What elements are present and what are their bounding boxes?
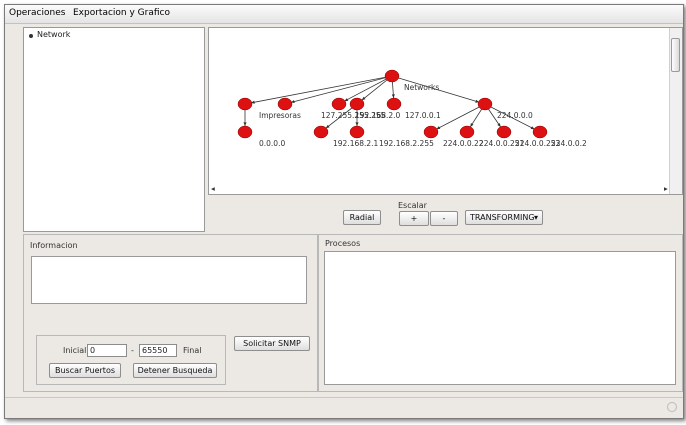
- mode-dropdown[interactable]: TRANSFORMING ▾: [465, 210, 543, 225]
- procesos-group: Procesos: [318, 234, 683, 392]
- graph-node-child[interactable]: [532, 125, 548, 139]
- chevron-down-icon: ▾: [533, 213, 538, 222]
- graph-node-child[interactable]: [237, 125, 253, 139]
- radial-button[interactable]: Radial: [343, 210, 381, 225]
- graph-node-branch[interactable]: [277, 97, 293, 111]
- graph-label-hub: Networks: [404, 83, 439, 92]
- resize-grip-icon[interactable]: [667, 402, 677, 412]
- graph-label-branch: 127.0.0.1: [405, 111, 441, 120]
- graph-label-child: 192.168.2.1: [333, 139, 379, 148]
- graph-edge-arrowhead: [355, 122, 359, 126]
- graph-edge: [250, 75, 393, 104]
- escalar-label: Escalar: [398, 201, 427, 210]
- graph-node-hub[interactable]: [384, 69, 400, 83]
- graph-edge-arrowhead: [470, 123, 474, 127]
- graph-node-child[interactable]: [313, 125, 329, 139]
- graph-node-branch[interactable]: [386, 97, 402, 111]
- zoom-in-button[interactable]: +: [399, 211, 429, 226]
- detener-busqueda-button[interactable]: Detener Busqueda: [133, 363, 217, 378]
- menu-operaciones[interactable]: Operaciones: [9, 8, 65, 18]
- final-label: Final: [183, 346, 202, 355]
- graph-label-branch: 224.0.0.0: [497, 111, 533, 120]
- graph-edge-arrowhead: [391, 94, 395, 99]
- menu-bar: Operaciones Exportacion y Grafico: [5, 5, 683, 24]
- graph-label-branch: Impresoras: [259, 111, 301, 120]
- graph-edge: [344, 75, 393, 102]
- graph-edge-arrowhead: [243, 122, 247, 126]
- graph-node-child[interactable]: [349, 125, 365, 139]
- graph-panel[interactable]: Networks 0.0.0.0 Impresoras 127.255.255.255…: [208, 27, 683, 195]
- informacion-textarea[interactable]: [31, 256, 307, 304]
- main-window: Operaciones Exportacion y Grafico Networ…: [4, 4, 684, 419]
- graph-label-child: 0.0.0.0: [259, 139, 285, 148]
- buscar-puertos-button[interactable]: Buscar Puertos: [49, 363, 121, 378]
- ports-group: Inicial 0 - 65550 Final Buscar Puertos D…: [36, 335, 226, 385]
- solicitar-snmp-button[interactable]: Solicitar SNMP: [234, 336, 310, 351]
- procesos-textarea[interactable]: [324, 251, 676, 385]
- inicial-label: Inicial: [63, 346, 87, 355]
- graph-node-child[interactable]: [423, 125, 439, 139]
- graph-label-child: 192.168.2.255: [379, 139, 434, 148]
- network-graph[interactable]: Networks0.0.0.0Impresoras 127.255.255.255…: [209, 28, 683, 195]
- graph-vertical-scrollbar[interactable]: [669, 28, 682, 194]
- scroll-thumb[interactable]: [671, 38, 680, 72]
- tree-node-bullet-icon: [29, 34, 33, 38]
- status-bar: [5, 397, 683, 418]
- inicial-port-input[interactable]: 0: [87, 344, 127, 357]
- graph-node-branch[interactable]: [331, 97, 347, 111]
- scroll-right-icon[interactable]: ▸: [664, 184, 668, 193]
- informacion-group: Informacion Inicial 0 - 65550 Final Busc…: [23, 234, 318, 392]
- graph-node-child[interactable]: [496, 125, 512, 139]
- tree-root-network[interactable]: Network: [37, 30, 70, 39]
- graph-label-child: 224.0.0.22: [443, 139, 484, 148]
- mode-dropdown-value: TRANSFORMING: [470, 213, 535, 222]
- graph-labels: Networks0.0.0.0Impresoras 127.255.255.255…: [259, 83, 587, 148]
- zoom-out-button[interactable]: -: [430, 211, 458, 226]
- graph-node-branch[interactable]: [477, 97, 493, 111]
- graph-label-branch: 192.168.2.0: [355, 111, 401, 120]
- scroll-left-icon[interactable]: ◂: [211, 184, 215, 193]
- graph-node-child[interactable]: [459, 125, 475, 139]
- graph-edge-arrowhead: [497, 123, 501, 128]
- procesos-title: Procesos: [325, 239, 361, 248]
- network-tree-panel[interactable]: Network: [23, 27, 205, 232]
- graph-edge: [436, 103, 486, 130]
- menu-exportacion-grafico[interactable]: Exportacion y Grafico: [73, 8, 170, 18]
- graph-nodes: [237, 69, 548, 139]
- range-dash: -: [131, 346, 134, 355]
- graph-label-child: 224.0.0.2: [551, 139, 587, 148]
- graph-node-branch[interactable]: [237, 97, 253, 111]
- graph-node-branch[interactable]: [349, 97, 365, 111]
- informacion-title: Informacion: [30, 241, 78, 250]
- final-port-input[interactable]: 65550: [139, 344, 177, 357]
